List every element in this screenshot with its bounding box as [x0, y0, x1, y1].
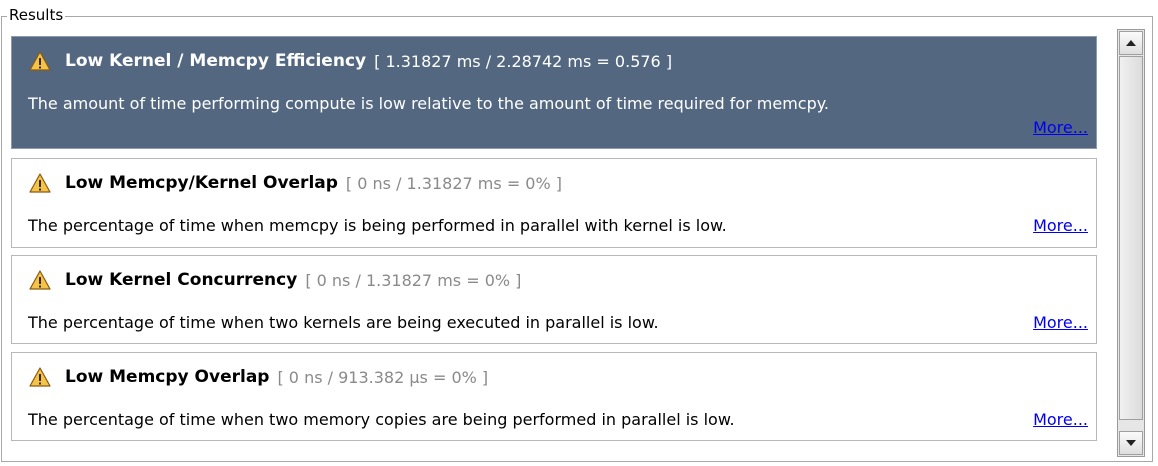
result-title: Low Memcpy/Kernel Overlap: [65, 173, 338, 193]
result-metric: [ 0 ns / 1.31827 ms = 0% ]: [345, 173, 563, 193]
result-description: The amount of time performing compute is…: [28, 94, 830, 113]
result-description: The percentage of time when memcpy is be…: [28, 216, 727, 235]
result-title: Low Kernel / Memcpy Efficiency: [65, 51, 367, 71]
arrow-up-icon: [1126, 40, 1136, 46]
result-title: Low Kernel Concurrency: [65, 270, 298, 290]
more-link[interactable]: More...: [1033, 118, 1088, 137]
result-metric: [ 1.31827 ms / 2.28742 ms = 0.576 ]: [374, 51, 673, 71]
scroll-down-button[interactable]: [1119, 431, 1143, 455]
result-item[interactable]: Low Kernel Concurrency [ 0 ns / 1.31827 …: [11, 255, 1097, 344]
result-description: The percentage of time when two kernels …: [28, 313, 659, 332]
scroll-up-button[interactable]: [1119, 31, 1143, 55]
result-header: Low Kernel Concurrency [ 0 ns / 1.31827 …: [29, 268, 521, 292]
results-list: Low Kernel / Memcpy Efficiency [ 1.31827…: [11, 36, 1113, 459]
result-title: Low Memcpy Overlap: [65, 367, 270, 387]
result-metric: [ 0 ns / 913.382 μs = 0% ]: [277, 367, 489, 387]
more-link[interactable]: More...: [1033, 410, 1088, 429]
result-header: Low Memcpy/Kernel Overlap [ 0 ns / 1.318…: [29, 171, 562, 195]
result-metric: [ 0 ns / 1.31827 ms = 0% ]: [305, 270, 522, 290]
result-header: Low Kernel / Memcpy Efficiency [ 1.31827…: [29, 49, 672, 73]
warning-icon: [29, 367, 51, 387]
warning-icon: [29, 270, 51, 290]
result-item[interactable]: Low Memcpy/Kernel Overlap [ 0 ns / 1.318…: [11, 158, 1097, 248]
warning-icon: [29, 173, 51, 193]
scrollbar-thumb[interactable]: [1119, 56, 1143, 420]
results-group-title: Results: [7, 6, 66, 24]
result-header: Low Memcpy Overlap [ 0 ns / 913.382 μs =…: [29, 365, 488, 389]
more-link[interactable]: More...: [1033, 313, 1088, 332]
vertical-scrollbar[interactable]: [1117, 29, 1145, 457]
warning-icon: [29, 51, 51, 71]
more-link[interactable]: More...: [1033, 216, 1088, 235]
result-item[interactable]: Low Memcpy Overlap [ 0 ns / 913.382 μs =…: [11, 352, 1097, 441]
arrow-down-icon: [1126, 440, 1136, 446]
result-item[interactable]: Low Kernel / Memcpy Efficiency [ 1.31827…: [11, 36, 1097, 149]
result-description: The percentage of time when two memory c…: [28, 410, 735, 429]
